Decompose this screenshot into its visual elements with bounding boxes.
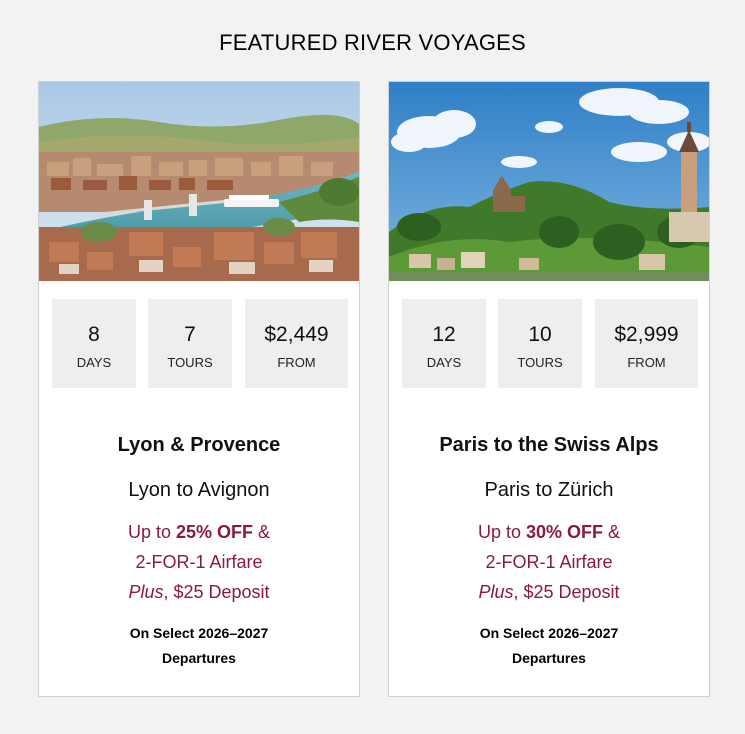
stat-label: TOURS <box>517 355 563 370</box>
stat-days: 8 DAYS <box>52 299 136 388</box>
stat-label: FROM <box>627 355 666 370</box>
voyage-hero-image[interactable] <box>389 82 709 281</box>
stat-value: 7 <box>184 323 196 346</box>
offer-prefix: Up to <box>477 522 526 542</box>
stat-label: TOURS <box>167 355 213 370</box>
voyage-card-lyon[interactable]: 8 DAYS 7 TOURS $2,449 FROM Lyon & Proven… <box>38 81 360 697</box>
departure-note: Departures <box>512 650 586 666</box>
stat-tours: 10 TOURS <box>498 299 582 388</box>
stat-value: 12 <box>432 323 456 346</box>
stat-label: DAYS <box>426 355 462 370</box>
stat-label: DAYS <box>76 355 112 370</box>
departure-note: On Select 2026–2027 <box>479 625 619 641</box>
offer-deposit-line: Plus, $25 Deposit <box>389 582 709 603</box>
departure-note: On Select 2026–2027 <box>129 625 269 641</box>
stat-value: 8 <box>88 323 100 346</box>
voyage-route: Lyon to Avignon <box>128 479 270 501</box>
offer-suffix: & <box>253 522 271 542</box>
voyage-stats: 12 DAYS 10 TOURS $2,999 FROM <box>402 299 698 388</box>
departure-note: Departures <box>162 650 236 666</box>
offer-discount-line: Up to 30% OFF & <box>389 522 709 543</box>
offer-deposit-line: Plus, $25 Deposit <box>39 582 359 603</box>
offer-discount: 30% OFF <box>525 522 604 542</box>
offer-plus: Plus <box>128 582 164 602</box>
stat-value: 10 <box>528 323 552 346</box>
voyage-stats: 8 DAYS 7 TOURS $2,449 FROM <box>52 299 348 388</box>
voyage-hero-image[interactable] <box>39 82 359 281</box>
stat-label: FROM <box>277 355 316 370</box>
offer-deposit: , $25 Deposit <box>163 582 270 602</box>
swiss-castle-village-photo <box>389 82 709 281</box>
offer-plus: Plus <box>478 582 514 602</box>
offer-discount: 25% OFF <box>175 522 254 542</box>
voyage-title[interactable]: Lyon & Provence <box>39 434 359 457</box>
offer-prefix: Up to <box>127 522 176 542</box>
lyon-river-town-photo <box>39 82 359 281</box>
offer-suffix: & <box>603 522 621 542</box>
stat-value: $2,999 <box>614 323 679 346</box>
stat-days: 12 DAYS <box>402 299 486 388</box>
offer-deposit: , $25 Deposit <box>513 582 620 602</box>
voyage-title[interactable]: Paris to the Swiss Alps <box>389 434 709 457</box>
voyage-route: Paris to Zürich <box>484 479 614 501</box>
offer-airfare-line: 2-FOR-1 Airfare <box>485 552 613 572</box>
stat-value: $2,449 <box>264 323 329 346</box>
offer-airfare-line: 2-FOR-1 Airfare <box>135 552 263 572</box>
stat-tours: 7 TOURS <box>148 299 232 388</box>
voyage-card-paris[interactable]: 12 DAYS 10 TOURS $2,999 FROM Paris to th… <box>388 81 710 697</box>
stat-price: $2,999 FROM <box>595 299 698 388</box>
offer-discount-line: Up to 25% OFF & <box>39 522 359 543</box>
stat-price: $2,449 FROM <box>245 299 348 388</box>
page-title: FEATURED RIVER VOYAGES <box>219 30 526 55</box>
